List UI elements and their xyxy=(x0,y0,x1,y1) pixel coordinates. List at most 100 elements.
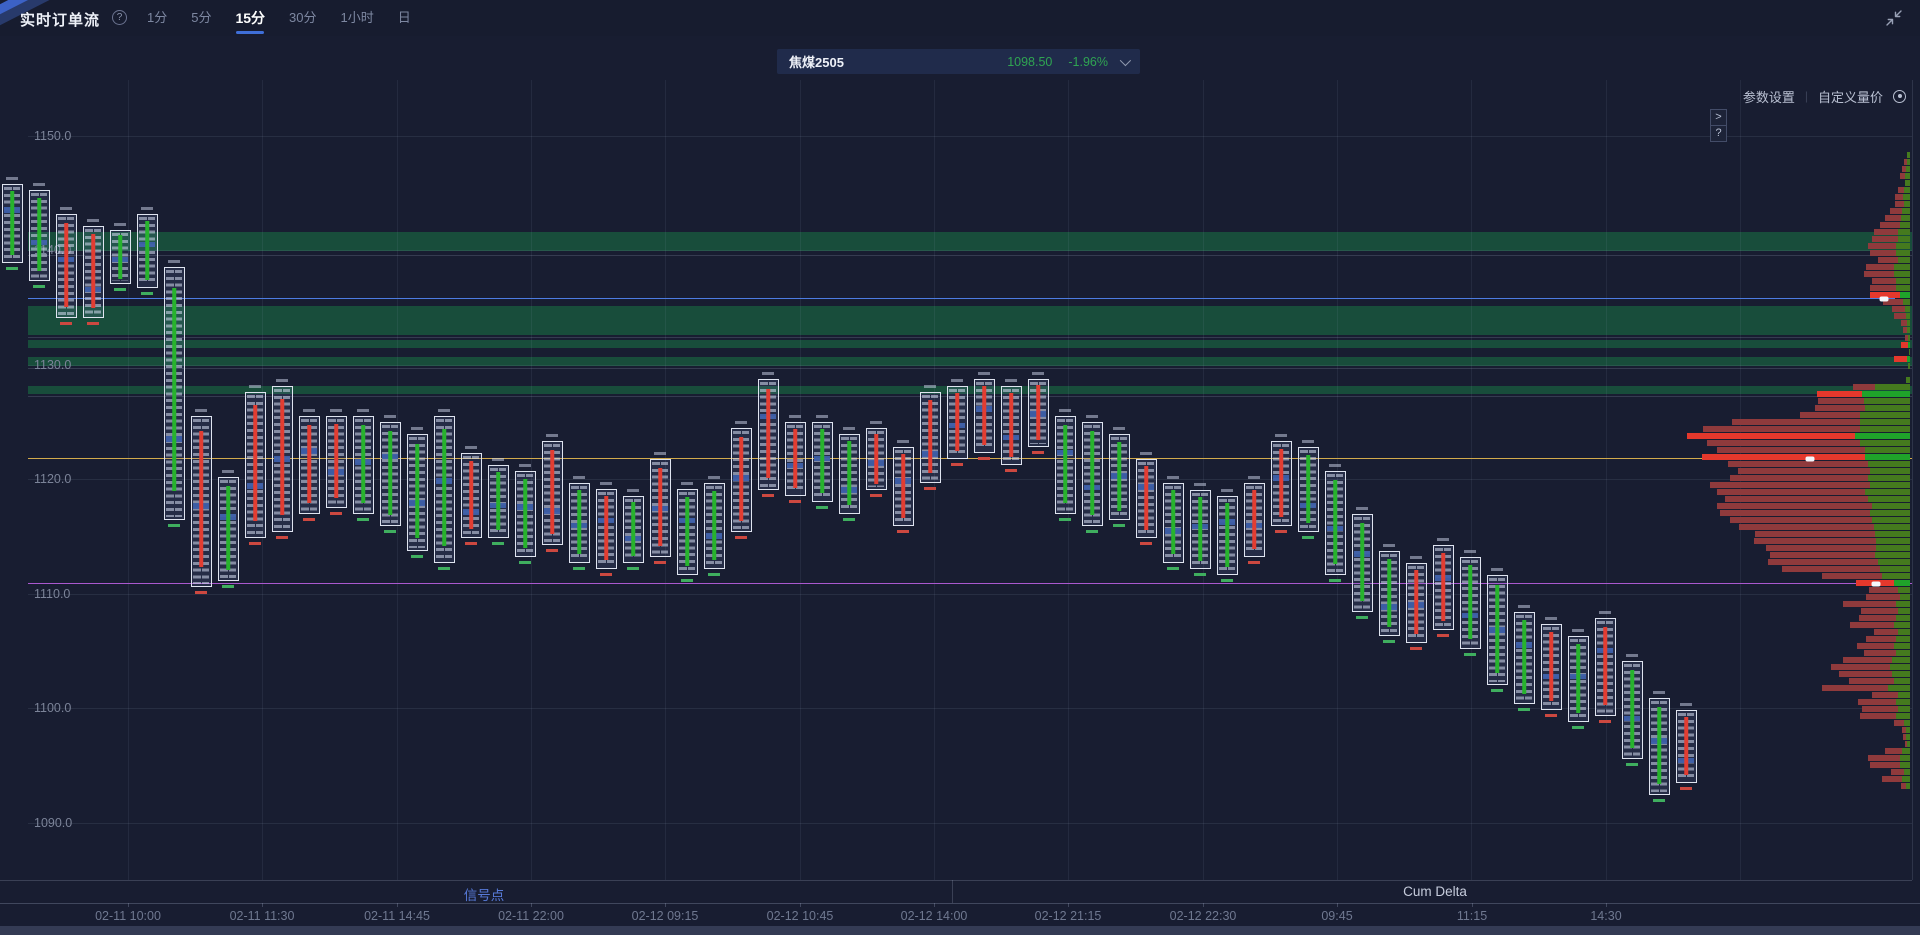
profile-buy-bar xyxy=(1898,608,1910,614)
volume-profile-row xyxy=(1903,734,1910,740)
tab-15分[interactable]: 15分 xyxy=(235,0,265,36)
parameter-settings-button[interactable]: 参数设置 xyxy=(1743,87,1795,106)
delta-bar-up xyxy=(91,234,95,308)
tab-30分[interactable]: 30分 xyxy=(289,0,316,36)
profile-sell-bar xyxy=(1870,285,1896,291)
profile-sell-bar xyxy=(1818,398,1864,404)
footprint-candle-footer xyxy=(1032,451,1044,454)
custom-price-level-line xyxy=(28,337,1912,338)
volume-profile-row xyxy=(1902,727,1910,733)
delta-bar-up xyxy=(469,461,473,529)
profile-sell-bar xyxy=(1858,699,1896,705)
chart-area[interactable]: 1150.01140.01130.01120.01110.01100.01090… xyxy=(0,0,1920,935)
delta-bar-up xyxy=(307,425,311,503)
profile-buy-bar xyxy=(1898,257,1910,263)
delta-bar-down xyxy=(388,431,392,514)
footprint-candle xyxy=(272,386,293,532)
time-axis-label: 02-12 21:15 xyxy=(1035,909,1102,923)
support-resistance-band xyxy=(28,232,1912,251)
profile-sell-bar xyxy=(1872,278,1896,284)
volume-profile-row xyxy=(1872,692,1910,698)
profile-sell-bar xyxy=(1866,636,1896,642)
signal-points-pane-label[interactable]: 信号点 xyxy=(464,884,505,904)
volume-profile-row xyxy=(1872,236,1910,242)
profile-buy-bar xyxy=(1868,475,1910,481)
volume-profile-row xyxy=(1901,342,1910,348)
delta-bar-up xyxy=(658,468,662,546)
profile-buy-bar xyxy=(1896,615,1910,621)
panel-help-button[interactable]: ? xyxy=(1710,125,1727,142)
footprint-candle-footer xyxy=(492,542,504,545)
collapse-arrows-icon[interactable] xyxy=(1884,8,1904,28)
footprint-candle-header xyxy=(168,260,180,263)
volume-profile-row xyxy=(1768,559,1910,565)
custom-volume-price-button[interactable]: 自定义量价 xyxy=(1818,87,1883,106)
pane-top-border xyxy=(0,880,1912,881)
profile-buy-bar xyxy=(1876,545,1910,551)
expand-panel-button[interactable]: > xyxy=(1710,109,1727,126)
visibility-toggle-icon[interactable] xyxy=(1893,90,1906,103)
footprint-candle-footer xyxy=(546,549,558,552)
footprint-candle-header xyxy=(1599,611,1611,614)
delta-bar-down xyxy=(631,502,635,556)
horizontal-scrollbar[interactable] xyxy=(0,926,1920,935)
profile-sell-bar xyxy=(1870,250,1896,256)
profile-buy-bar xyxy=(1898,629,1910,635)
profile-sell-bar xyxy=(1800,412,1860,418)
contract-selector[interactable]: 焦煤2505 1098.50 -1.96% xyxy=(777,49,1140,74)
delta-bar-up xyxy=(982,386,986,445)
vertical-gridline xyxy=(1203,80,1204,880)
footprint-candle-footer xyxy=(465,542,477,545)
profile-buy-bar xyxy=(1906,313,1910,319)
profile-sell-bar xyxy=(1707,440,1860,446)
orderflow-app: 1150.01140.01130.01120.01110.01100.01090… xyxy=(0,0,1920,935)
delta-bar-up xyxy=(334,424,338,498)
horizontal-gridline xyxy=(28,365,1912,366)
tab-日[interactable]: 日 xyxy=(398,0,411,36)
profile-sell-bar xyxy=(1869,587,1898,593)
footprint-candle xyxy=(299,416,320,514)
profile-buy-bar xyxy=(1855,433,1910,439)
tab-1小时[interactable]: 1小时 xyxy=(341,0,374,36)
delta-bar-down xyxy=(1387,559,1391,627)
footprint-candle xyxy=(245,392,266,538)
footprint-candle-header xyxy=(60,207,72,210)
profile-buy-bar xyxy=(1904,187,1910,193)
delta-bar-down xyxy=(820,429,824,493)
footprint-candle xyxy=(1244,483,1265,557)
delta-bar-up xyxy=(280,399,284,516)
footprint-candle-footer xyxy=(249,542,261,545)
profile-sell-bar xyxy=(1878,257,1898,263)
footprint-candle xyxy=(1514,612,1535,704)
footprint-candle-header xyxy=(6,177,18,180)
profile-buy-bar xyxy=(1875,552,1910,558)
tab-5分[interactable]: 5分 xyxy=(191,0,211,36)
profile-buy-bar xyxy=(1860,440,1910,446)
footprint-candle xyxy=(947,386,968,459)
profile-buy-bar xyxy=(1868,461,1910,467)
volume-profile-row xyxy=(1882,776,1910,782)
cum-delta-pane-label[interactable]: Cum Delta xyxy=(1403,884,1467,899)
delta-bar-down xyxy=(1117,442,1121,511)
time-axis-label: 09:45 xyxy=(1321,909,1352,923)
footprint-candle xyxy=(1028,379,1049,447)
delta-bar-down xyxy=(1063,425,1067,503)
profile-buy-bar xyxy=(1909,349,1910,355)
footprint-candle-header xyxy=(276,379,288,382)
profile-buy-bar xyxy=(1894,643,1910,649)
chevron-down-icon[interactable] xyxy=(1120,54,1131,65)
tab-1分[interactable]: 1分 xyxy=(147,0,167,36)
volume-profile-row xyxy=(1902,166,1910,172)
question-circle-icon[interactable]: ? xyxy=(112,10,127,25)
footprint-candle-footer xyxy=(735,536,747,539)
profile-buy-bar xyxy=(1906,727,1910,733)
footprint-candle-footer xyxy=(573,567,585,570)
support-resistance-band xyxy=(28,340,1912,348)
delta-bar-down xyxy=(712,491,716,560)
footprint-candle xyxy=(1379,551,1400,636)
profile-sell-bar xyxy=(1862,706,1898,712)
footprint-candle-header xyxy=(546,434,558,437)
footprint-candle-footer xyxy=(1302,536,1314,539)
volume-profile-row xyxy=(1904,159,1910,165)
profile-sell-bar xyxy=(1853,384,1875,390)
